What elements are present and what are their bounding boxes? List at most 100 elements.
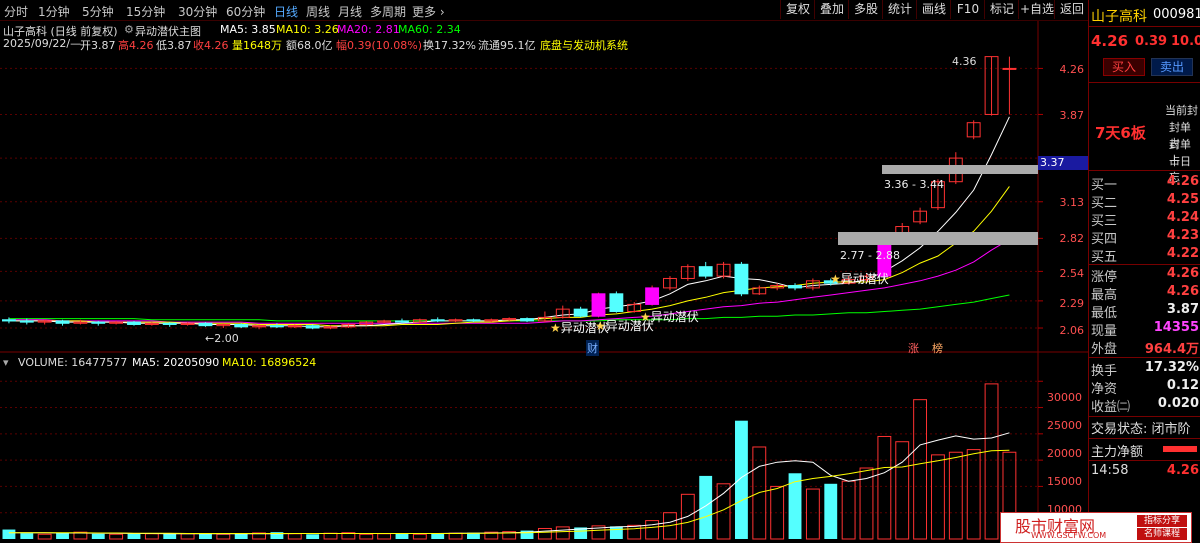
tab-15min[interactable]: 15分钟 — [126, 3, 165, 20]
period-tab-bar: 分时 1分钟 5分钟 15分钟 30分钟 60分钟 日线 周线 月线 多周期 更… — [0, 0, 1088, 21]
vol-ma5-line — [8, 432, 1010, 535]
volume-bar — [824, 483, 838, 539]
candle — [752, 285, 767, 295]
volume-bar — [287, 533, 302, 540]
tab-30min[interactable]: 30分钟 — [178, 3, 217, 20]
overlay-button[interactable]: 叠加 — [814, 0, 849, 19]
candle-body — [591, 293, 606, 317]
candle — [716, 261, 731, 279]
candle — [430, 317, 445, 323]
ranking-flag[interactable]: 榜 — [932, 340, 943, 356]
volume-bar — [377, 533, 392, 540]
vol-ma10-readout: MA10: 16896524 — [222, 356, 317, 369]
volume-tick: 20000 — [1047, 447, 1082, 460]
quote-side-panel: 山子高科 000981 4.26 0.39 10.0 买入 卖出 7天6板 当前… — [1088, 0, 1200, 541]
candle-body — [466, 319, 481, 322]
candle-body — [430, 319, 445, 322]
sell-button[interactable]: 卖出 — [1151, 58, 1193, 76]
tab-monthly[interactable]: 月线 — [338, 3, 362, 20]
signal-marker: ★异动潜伏 — [830, 272, 889, 286]
tick-price: 4.26 — [1166, 463, 1199, 478]
stat-row: 净资 0.12 — [1091, 378, 1199, 397]
add-watchlist-button[interactable]: +自选 — [1018, 0, 1055, 19]
watermark-tag: 指标分享 — [1137, 515, 1187, 527]
candle-body — [1002, 67, 1017, 70]
candle — [395, 318, 409, 324]
candle-body — [198, 322, 213, 327]
stock-name: 山子高科 — [1091, 9, 1147, 25]
candle-body — [234, 323, 249, 328]
tab-multi-period[interactable]: 多周期 — [370, 3, 406, 20]
candle — [1002, 56, 1017, 115]
bid-row: 买五 4.22 — [1091, 246, 1199, 265]
candle-body — [305, 325, 320, 329]
volume-bar — [431, 533, 445, 539]
mark-button[interactable]: 标记 — [984, 0, 1019, 19]
financial-flag[interactable]: 财 — [586, 340, 599, 356]
restore-rights-button[interactable]: 复权 — [780, 0, 815, 19]
candle — [555, 305, 570, 319]
statistics-button[interactable]: 统计 — [882, 0, 917, 19]
volume-bar — [144, 533, 159, 540]
stat-row: 最高 4.26 — [1091, 284, 1199, 303]
volume-settings-icon[interactable]: ▾ — [3, 356, 9, 369]
tab-weekly[interactable]: 周线 — [306, 3, 330, 20]
stat-row: 外盘 964.4万 — [1091, 342, 1199, 357]
tab-more[interactable]: 更多 › — [412, 3, 445, 20]
candle-body — [609, 293, 624, 312]
bid-row: 买二 4.25 — [1091, 192, 1199, 211]
stock-code: 000981 — [1153, 7, 1200, 22]
tab-60min[interactable]: 60分钟 — [226, 3, 265, 20]
candle-body — [19, 320, 34, 323]
volume-bar — [699, 475, 713, 539]
volume-bar — [734, 420, 748, 539]
volume-bar — [913, 399, 928, 540]
zone-lower-label: 2.77 - 2.88 — [840, 249, 900, 262]
volume-tick: 25000 — [1047, 419, 1082, 432]
candle — [805, 278, 820, 291]
candle — [645, 285, 660, 306]
volume-bar — [895, 441, 910, 540]
volume-bar — [966, 449, 981, 540]
ma5-line — [8, 116, 1010, 328]
vol-ma10-line — [8, 449, 1010, 534]
buy-button[interactable]: 买入 — [1103, 58, 1145, 76]
volume-bar — [412, 533, 427, 540]
candle — [127, 320, 141, 326]
stat-row: 换手 17.32% — [1091, 360, 1199, 379]
candle — [913, 207, 928, 225]
candle-body — [645, 287, 660, 305]
volume-bar — [163, 534, 177, 539]
volume-bar — [609, 526, 623, 539]
candle-body — [734, 263, 749, 295]
volume-bar — [180, 533, 195, 540]
main-flow-label: 主力净额 — [1091, 445, 1144, 460]
candle — [162, 322, 177, 327]
volume-bar — [448, 532, 463, 540]
candle-body — [55, 320, 70, 324]
candle — [698, 261, 713, 279]
kline-svg — [0, 21, 1088, 541]
tab-1min[interactable]: 1分钟 — [38, 3, 70, 20]
f10-button[interactable]: F10 — [950, 0, 985, 19]
kline-chart-area[interactable]: 山子高科 (日线 前复权) ⚙ 异动潜伏主图 MA5: 3.85 MA10: 3… — [0, 21, 1090, 542]
stat-row: 收益㈡ 0.020 — [1091, 396, 1199, 415]
candle — [466, 318, 481, 323]
tab-daily[interactable]: 日线 — [274, 3, 298, 20]
price-tick: 2.06 — [1059, 324, 1085, 337]
ma60-line — [8, 294, 1010, 322]
tab-fenshi[interactable]: 分时 — [4, 3, 28, 20]
price-change: 0.39 — [1135, 34, 1168, 49]
price-tick: 4.26 — [1059, 63, 1085, 76]
candle — [377, 319, 392, 324]
back-button[interactable]: 返回 — [1054, 0, 1089, 19]
candle — [966, 120, 981, 140]
tab-5min[interactable]: 5分钟 — [82, 3, 114, 20]
volume-bar — [627, 524, 642, 540]
volume-bar — [56, 532, 69, 539]
multi-stock-button[interactable]: 多股 — [848, 0, 883, 19]
limit-up-flag[interactable]: 涨 — [908, 340, 919, 356]
draw-line-button[interactable]: 画线 — [916, 0, 951, 19]
candle — [984, 56, 999, 116]
resistance-zone-lower — [838, 232, 1038, 245]
